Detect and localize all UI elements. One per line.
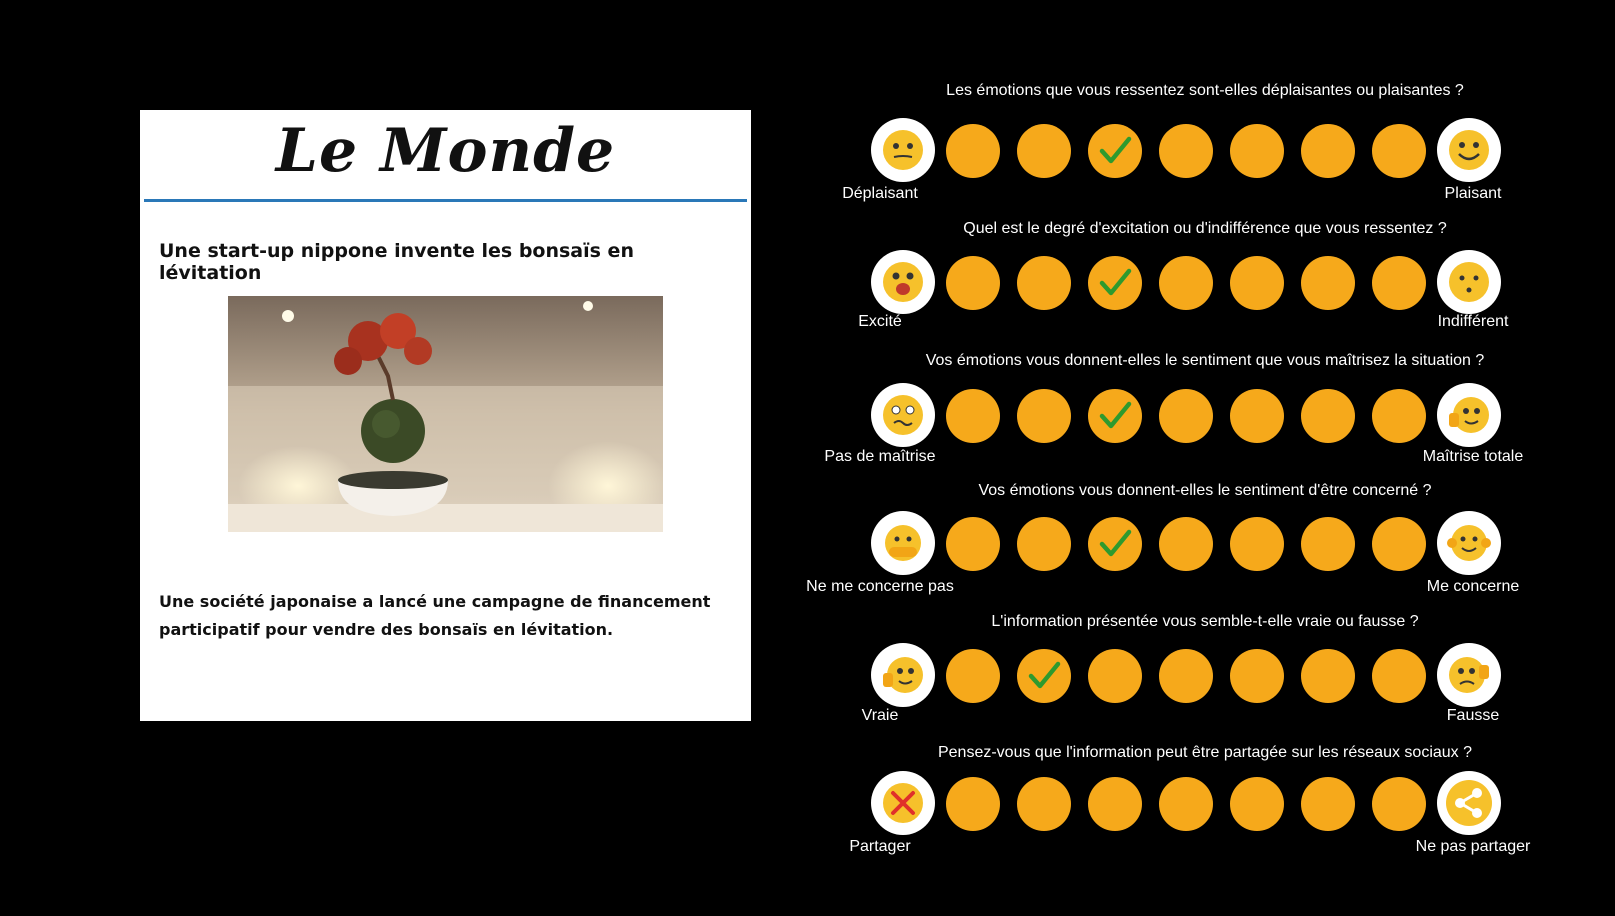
rating-option[interactable]	[1230, 124, 1284, 178]
rating-row	[871, 118, 1511, 184]
rating-row	[871, 383, 1511, 449]
article-headline: Une start-up nippone invente les bonsaïs…	[159, 240, 634, 284]
scale-left-label: Déplaisant	[842, 185, 918, 202]
rating-option[interactable]	[1159, 517, 1213, 571]
rating-row	[871, 511, 1511, 577]
rating-option[interactable]	[1159, 256, 1213, 310]
scale-right-label: Fausse	[1446, 707, 1500, 724]
rating-option[interactable]	[1230, 649, 1284, 703]
check-icon	[1097, 133, 1133, 169]
rating-option-selected[interactable]	[1088, 389, 1142, 443]
hiding-face-icon	[871, 511, 935, 575]
rating-option[interactable]	[1230, 777, 1284, 831]
rating-option[interactable]	[1372, 389, 1426, 443]
rating-option[interactable]	[1372, 124, 1426, 178]
newspaper-logo: Le Monde	[275, 116, 616, 186]
rating-option[interactable]	[946, 649, 1000, 703]
rating-option[interactable]	[1159, 124, 1213, 178]
rating-option[interactable]	[1159, 389, 1213, 443]
indifferent-face-icon	[1437, 250, 1501, 314]
check-icon	[1097, 398, 1133, 434]
thumbs-down-face-icon	[1437, 643, 1501, 707]
rating-option[interactable]	[1017, 517, 1071, 571]
scale-left-label: Excité	[858, 313, 902, 330]
rating-option[interactable]	[1372, 256, 1426, 310]
rating-option[interactable]	[1230, 389, 1284, 443]
rating-option[interactable]	[1372, 517, 1426, 571]
excited-face-icon	[871, 250, 935, 314]
rating-option[interactable]	[1301, 777, 1355, 831]
check-icon	[1097, 265, 1133, 301]
scale-left-label: Partager	[849, 838, 911, 855]
scale-left-label: Pas de maîtrise	[824, 448, 936, 465]
thumbs-up-face-icon	[1437, 383, 1501, 447]
scale-right-label: Ne pas partager	[1415, 838, 1531, 855]
share-icon	[1437, 771, 1501, 835]
scale-left-label: Ne me concerne pas	[806, 578, 954, 595]
rating-option[interactable]	[1017, 256, 1071, 310]
rating-row	[871, 771, 1511, 837]
scale-question: Pensez-vous que l'information peut être …	[937, 744, 1473, 761]
cross-icon	[871, 771, 935, 835]
check-icon	[1026, 658, 1062, 694]
rating-option[interactable]	[1301, 649, 1355, 703]
rating-option[interactable]	[1301, 124, 1355, 178]
scale-right-label: Plaisant	[1444, 185, 1502, 202]
rating-option-selected[interactable]	[1088, 124, 1142, 178]
rating-row	[871, 643, 1511, 709]
article-summary: Une société japonaise a lancé une campag…	[159, 592, 711, 639]
rating-option[interactable]	[1088, 777, 1142, 831]
article-card: Le Monde Une start-up nippone invente le…	[140, 110, 751, 721]
rating-row	[871, 250, 1511, 316]
scale-question: Vos émotions vous donnent-elles le senti…	[925, 352, 1485, 369]
rating-option[interactable]	[1017, 124, 1071, 178]
scale-question: Quel est le degré d'excitation ou d'indi…	[963, 220, 1447, 237]
rating-option[interactable]	[946, 777, 1000, 831]
header-divider	[144, 199, 747, 202]
rating-option[interactable]	[1230, 517, 1284, 571]
waving-face-icon	[1437, 511, 1501, 575]
rating-option[interactable]	[1301, 389, 1355, 443]
rating-option[interactable]	[1230, 256, 1284, 310]
rating-option[interactable]	[1372, 649, 1426, 703]
rating-option[interactable]	[946, 124, 1000, 178]
rating-option[interactable]	[1159, 777, 1213, 831]
rating-option[interactable]	[1088, 649, 1142, 703]
rating-option[interactable]	[1159, 649, 1213, 703]
scale-question: Vos émotions vous donnent-elles le senti…	[978, 482, 1432, 499]
rating-option[interactable]	[1017, 389, 1071, 443]
scale-question: L'information présentée vous semble-t-el…	[991, 613, 1419, 630]
rating-option[interactable]	[1301, 256, 1355, 310]
scale-left-label: Vraie	[861, 707, 899, 724]
rating-option-selected[interactable]	[1017, 649, 1071, 703]
rating-option[interactable]	[1372, 777, 1426, 831]
rating-option[interactable]	[1017, 777, 1071, 831]
rating-option-selected[interactable]	[1088, 517, 1142, 571]
rating-option[interactable]	[946, 256, 1000, 310]
rating-option-selected[interactable]	[1088, 256, 1142, 310]
article-photo	[228, 296, 663, 532]
check-icon	[1097, 526, 1133, 562]
rating-option[interactable]	[946, 517, 1000, 571]
scale-right-label: Me concerne	[1426, 578, 1520, 595]
thumbs-up-face-icon	[871, 643, 935, 707]
smile-face-icon	[1437, 118, 1501, 182]
rating-option[interactable]	[1301, 517, 1355, 571]
scale-question: Les émotions que vous ressentez sont-ell…	[946, 82, 1464, 99]
neutral-face-icon	[871, 118, 935, 182]
rating-option[interactable]	[946, 389, 1000, 443]
scale-right-label: Maîtrise totale	[1422, 448, 1524, 465]
scale-right-label: Indifférent	[1437, 313, 1509, 330]
confused-face-icon	[871, 383, 935, 447]
